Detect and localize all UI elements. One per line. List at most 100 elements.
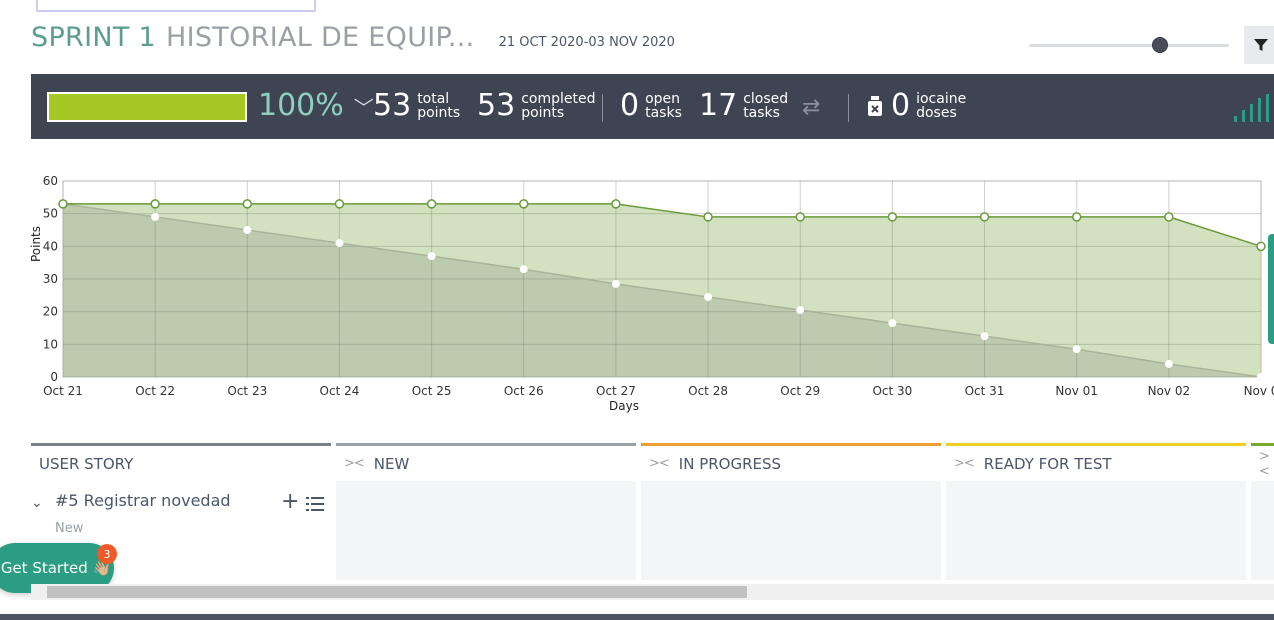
- actual-point: [1256, 241, 1266, 252]
- ideal-point: [888, 319, 897, 328]
- x-tick-label: Oct 30: [872, 384, 912, 398]
- collapse-toggle-icon[interactable]: ⌄: [31, 495, 43, 511]
- x-tick-label: Oct 25: [412, 384, 452, 398]
- project-name[interactable]: HISTORIAL DE EQUIP...: [166, 22, 475, 53]
- y-tick-label: 20: [43, 305, 58, 319]
- get-started-label: Get Started 👋🏼: [0, 559, 112, 577]
- ideal-point: [980, 332, 989, 341]
- ideal-point: [611, 279, 620, 288]
- actual-point: [519, 199, 529, 209]
- column-ready-for-test: >< READY FOR TEST: [946, 443, 1246, 583]
- column-header: >< IN PROGRESS: [641, 443, 941, 481]
- actual-point: [150, 199, 160, 209]
- progress-percent-stat: 100% ﹀: [258, 87, 376, 125]
- actual-point: [242, 199, 253, 209]
- filter-button[interactable]: [1244, 26, 1274, 64]
- ideal-point: [796, 306, 805, 315]
- x-tick-label: Oct 23: [227, 384, 267, 398]
- open-tasks-stat: 0 open tasks: [620, 87, 682, 125]
- bulk-list-icon[interactable]: [306, 495, 324, 513]
- ideal-point: [704, 292, 713, 301]
- iocaine-value: 0: [891, 88, 911, 123]
- total-points-value: 53: [373, 88, 412, 123]
- kanban-board: USER STORY ⌄ #5 Registrar novedad New + …: [31, 443, 1274, 583]
- column-title: READY FOR TEST: [983, 454, 1112, 473]
- column-title: IN PROGRESS: [678, 454, 782, 473]
- y-tick-label: 60: [43, 174, 58, 188]
- burndown-chart: 0 10 20 30 40 50 60 Oct 21 Oct 22 Oct 23 Oct 24 Oct…: [29, 174, 1274, 413]
- x-tick-label: Nov 0: [1244, 384, 1274, 398]
- scrollbar-thumb[interactable]: [47, 586, 747, 598]
- column-header: >< NEW: [336, 443, 636, 481]
- x-tick-label: Oct 27: [596, 384, 636, 398]
- add-task-icon[interactable]: +: [281, 489, 299, 514]
- fold-column-icon[interactable]: ><: [649, 456, 670, 471]
- fold-column-icon[interactable]: ><: [344, 456, 365, 471]
- completed-points-value: 53: [477, 88, 516, 123]
- filter-icon: [1254, 39, 1268, 51]
- x-tick-label: Oct 31: [965, 384, 1005, 398]
- y-axis-label: Points: [29, 226, 43, 262]
- actual-point: [1071, 212, 1082, 222]
- open-label-2: tasks: [645, 105, 682, 121]
- column-title: USER STORY: [39, 454, 134, 473]
- iocaine-bottle-icon: [868, 96, 882, 116]
- column-in-progress: >< IN PROGRESS: [641, 443, 941, 583]
- sprint-stats-bar: 100% ﹀ 53 total points 53 completed points…: [31, 74, 1274, 139]
- notification-badge: 3: [97, 544, 117, 564]
- ideal-point: [427, 252, 436, 261]
- sprint-taskboard-page: SPRINT 1 HISTORIAL DE EQUIP... 21 OCT 20…: [0, 0, 1274, 620]
- y-tick-label: 40: [43, 239, 58, 253]
- top-input-stub[interactable]: [36, 0, 316, 12]
- x-tick-label: Oct 29: [780, 384, 820, 398]
- column-next: ><: [1251, 443, 1274, 583]
- completed-points-stat: 53 completed points: [477, 87, 595, 125]
- progress-percent: 100%: [258, 88, 344, 123]
- actual-point: [795, 212, 805, 222]
- open-tasks-value: 0: [620, 88, 640, 123]
- signal-bars-icon[interactable]: [1234, 94, 1274, 122]
- swap-arrows-icon: ⇄: [802, 95, 821, 120]
- y-tick-label: 10: [43, 337, 58, 351]
- ideal-point: [519, 265, 528, 274]
- x-tick-label: Oct 24: [320, 384, 360, 398]
- sprint-name[interactable]: SPRINT 1: [31, 22, 156, 53]
- user-story-title[interactable]: #5 Registrar novedad: [55, 491, 231, 510]
- x-tick-label: Nov 01: [1055, 384, 1098, 398]
- user-story-status[interactable]: New: [55, 521, 83, 536]
- column-header: USER STORY: [31, 443, 331, 481]
- ideal-point: [1257, 373, 1265, 381]
- column-header: >< READY FOR TEST: [946, 443, 1246, 481]
- iocaine-label-2: doses: [916, 105, 957, 121]
- side-panel-tab[interactable]: [1268, 234, 1274, 344]
- ideal-point: [151, 212, 160, 221]
- total-points-label-2: points: [417, 105, 461, 121]
- fold-column-icon[interactable]: ><: [954, 456, 975, 471]
- column-header: ><: [1251, 443, 1274, 481]
- fold-column-icon[interactable]: ><: [1259, 449, 1270, 479]
- ideal-point: [1164, 359, 1173, 368]
- x-tick-label: Nov 02: [1148, 384, 1191, 398]
- closed-tasks-stat: 17 closed tasks: [699, 87, 788, 125]
- actual-point: [1164, 212, 1174, 222]
- zoom-slider-handle[interactable]: [1152, 37, 1168, 53]
- x-tick-label: Oct 21: [43, 384, 83, 398]
- zoom-slider[interactable]: [1029, 44, 1229, 47]
- horizontal-scrollbar[interactable]: [31, 584, 1274, 600]
- ideal-point: [243, 226, 252, 234]
- column-title: NEW: [373, 454, 410, 473]
- page-title: SPRINT 1 HISTORIAL DE EQUIP... 21 OCT 20…: [31, 22, 675, 56]
- closed-tasks-value: 17: [699, 88, 738, 123]
- ideal-point: [335, 239, 344, 248]
- actual-point: [703, 212, 713, 222]
- progress-bar: [47, 92, 247, 122]
- ideal-point: [1072, 345, 1081, 354]
- divider: [848, 94, 849, 122]
- user-story-row[interactable]: ⌄ #5 Registrar novedad New +: [31, 489, 331, 539]
- chevron-down-icon[interactable]: ﹀: [354, 92, 374, 121]
- actual-point: [58, 199, 68, 209]
- iocaine-stat: 0 iocaine doses: [867, 87, 966, 125]
- actual-point: [611, 199, 621, 209]
- actual-point: [887, 212, 898, 222]
- x-axis-label: Days: [609, 399, 639, 413]
